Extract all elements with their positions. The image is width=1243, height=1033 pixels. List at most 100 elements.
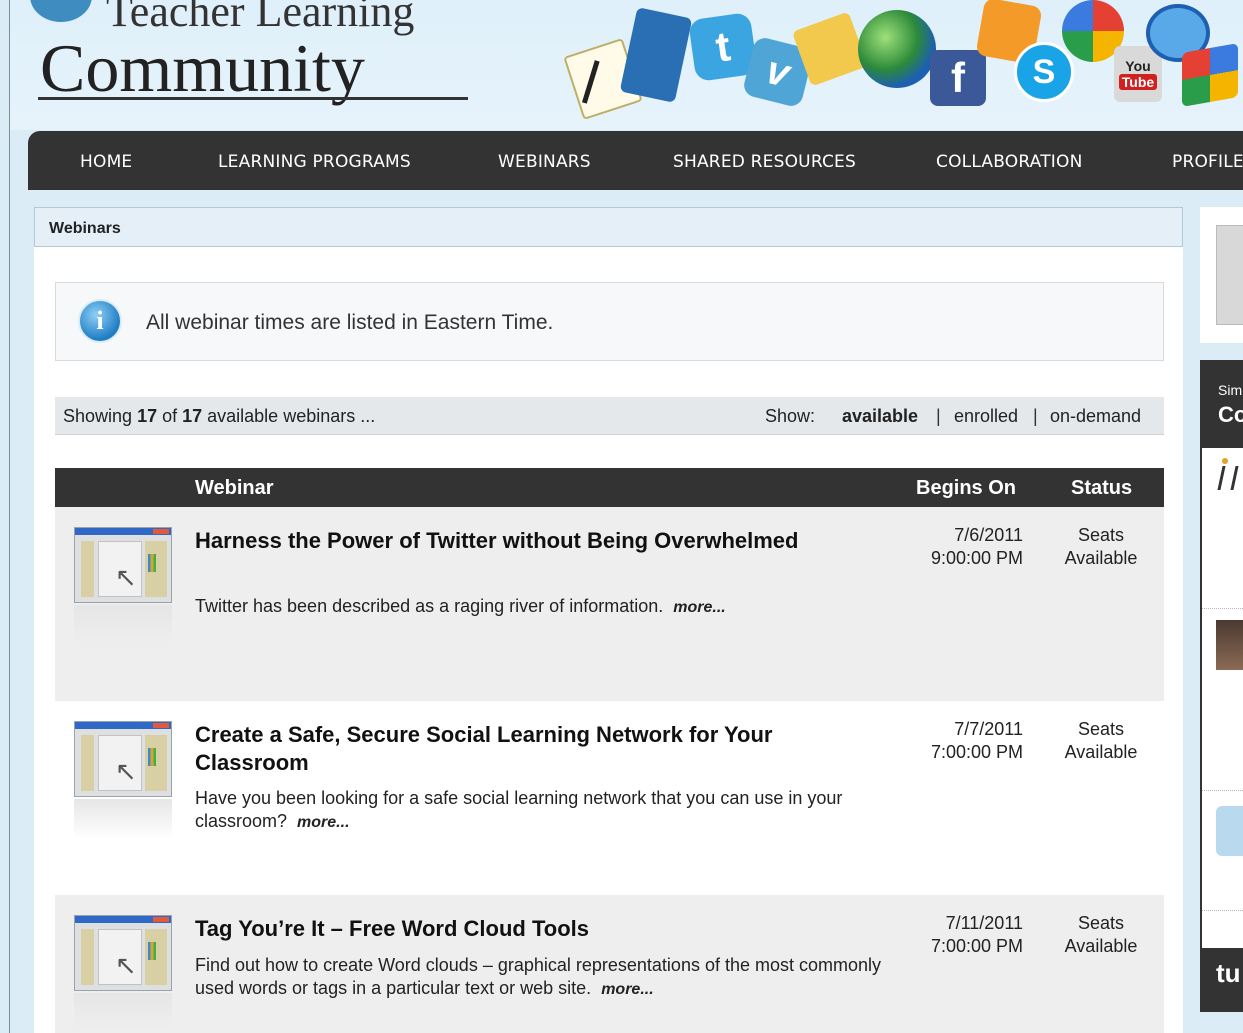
more-link[interactable]: more... [601,981,653,998]
column-header-begins-on: Begins On [916,477,1017,499]
panel-title-bar: Webinars [34,207,1183,247]
avatar[interactable] [1216,225,1243,325]
filter-enrolled[interactable]: enrolled [954,406,1018,427]
webinar-table-header: Webinar Begins On Status [55,468,1164,507]
showing-count-text: Showing 17 of 17 available webinars ... [63,406,375,427]
twitter-glyph: t [712,22,734,71]
sidebar-member-photo[interactable] [1216,620,1243,670]
status-text: Seats Available [1045,524,1157,570]
social-icon-strip: t v f S You Tube [562,0,1243,120]
status-line2: Available [1064,548,1138,568]
webinar-description: Twitter has been described as a raging r… [195,595,885,619]
sidebar-community-panel: Sim Co tu [1200,360,1243,1012]
nav-item-profile[interactable]: PROFILE [1172,152,1243,172]
sidebar-panel-header: Sim Co [1202,360,1243,448]
showing-of: of [157,406,183,426]
cursor-icon: ↖ [115,756,137,786]
webinars-panel: Webinars i All webinar times are listed … [34,207,1183,1033]
showing-count: 17 [137,406,158,426]
page-title: Webinars [49,220,121,237]
timezone-notice: i All webinar times are listed in Easter… [55,282,1164,361]
begins-time: 9:00:00 PM [930,548,1023,568]
webinar-title[interactable]: Create a Safe, Secure Social Learning Ne… [195,721,875,777]
vimeo-glyph: v [762,47,795,96]
nav-item-webinars[interactable]: WEBINARS [498,152,591,172]
status-text: Seats Available [1045,718,1157,764]
begins-time: 7:00:00 PM [930,936,1023,956]
thumbnail-reflection [74,605,172,645]
status-line1: Seats [1077,719,1125,739]
sidebar-divider [1202,790,1243,791]
description-text: Have you been looking for a safe social … [195,788,843,831]
begins-on: 7/11/2011 7:00:00 PM [905,912,1023,958]
skype-icon: S [1014,42,1074,102]
webinar-title[interactable]: Tag You’re It – Free Word Cloud Tools [195,915,875,943]
nav-item-learning-programs[interactable]: LEARNING PROGRAMS [218,152,411,172]
status-line2: Available [1064,742,1138,762]
skype-glyph: S [1032,52,1056,91]
facebook-icon: f [930,50,986,106]
webinar-title[interactable]: Harness the Power of Twitter without Bei… [195,527,875,555]
begins-date: 7/7/2011 [954,719,1023,739]
column-header-webinar: Webinar [195,477,274,499]
more-link[interactable]: more... [673,599,725,616]
status-line2: Available [1064,936,1138,956]
status-line1: Seats [1077,525,1125,545]
webinar-description: Have you been looking for a safe social … [195,787,885,834]
sidebar-logo-icon[interactable] [1214,456,1243,506]
sidebar-divider [1202,608,1243,609]
thumbnail-reflection [74,993,172,1029]
filter-separator: | [936,406,941,426]
sidebar-footer-badge[interactable]: tu [1202,948,1243,1012]
webinar-description: Find out how to create Word clouds – gra… [195,954,885,1001]
cursor-icon: ↖ [115,950,137,980]
begins-date: 7/6/2011 [954,525,1023,545]
webinar-thumbnail-icon[interactable]: ↖ [74,915,172,991]
nav-item-home[interactable]: HOME [80,152,132,172]
status-line1: Seats [1077,913,1125,933]
webinar-thumbnail-icon[interactable]: ↖ [74,527,172,603]
thumbnail-reflection [74,799,172,839]
column-header-status: Status [1071,477,1133,499]
logo-text-line2[interactable]: Community [40,34,365,102]
nav-item-collaboration[interactable]: COLLABORATION [936,152,1083,172]
showing-total: 17 [182,406,203,426]
nav-item-shared-resources[interactable]: SHARED RESOURCES [673,152,856,172]
more-link[interactable]: more... [297,814,349,831]
status-text: Seats Available [1045,912,1157,958]
sidebar-heading: Co [1218,402,1243,427]
cursor-icon: ↖ [115,562,137,592]
logo-underline [38,97,468,100]
filter-available[interactable]: available [842,406,918,427]
begins-date: 7/11/2011 [945,913,1023,933]
showing-prefix: Showing [63,406,138,426]
youtube-glyph-bottom: Tube [1118,74,1158,90]
youtube-icon: You Tube [1114,46,1162,102]
begins-on: 7/6/2011 9:00:00 PM [905,524,1023,570]
notebook-icon [619,7,693,103]
begins-on: 7/7/2011 7:00:00 PM [905,718,1023,764]
info-icon: i [78,299,122,343]
windows-icon [1182,43,1238,107]
youtube-glyph-top: You [1125,58,1151,74]
sidebar-divider [1202,910,1243,911]
webinar-thumbnail-icon[interactable]: ↖ [74,721,172,797]
sidebar-subheading: Sim [1218,382,1243,398]
filter-bar: Showing 17 of 17 available webinars ... … [55,397,1164,435]
globe-icon [858,10,936,88]
notice-text: All webinar times are listed in Eastern … [146,311,554,334]
table-row: ↖ Harness the Power of Twitter without B… [55,507,1164,701]
filter-separator: | [1033,406,1038,426]
begins-time: 7:00:00 PM [930,742,1023,762]
facebook-glyph: f [951,54,965,101]
sidebar-footer-text: tu [1216,958,1241,988]
sidebar-profile-box [1200,207,1243,343]
sidebar-member-photo[interactable] [1216,806,1243,856]
filter-on-demand[interactable]: on-demand [1050,406,1141,427]
show-label: Show: [765,406,816,426]
showing-suffix: available webinars ... [202,406,376,426]
logo-speech-bubble-icon [30,0,92,22]
description-text: Find out how to create Word clouds – gra… [195,955,882,998]
table-row: ↖ Tag You’re It – Free Word Cloud Tools … [55,895,1164,1033]
table-row: ↖ Create a Safe, Secure Social Learning … [55,701,1164,895]
